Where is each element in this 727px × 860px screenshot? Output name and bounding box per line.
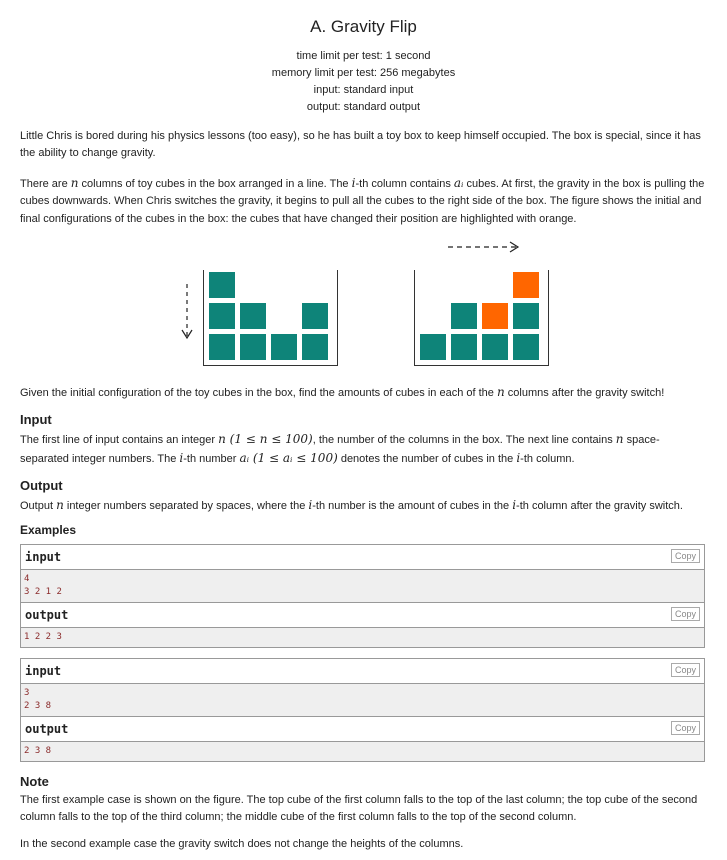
- input-label: input: [25, 549, 62, 564]
- cube: [209, 333, 235, 360]
- output-label: output: [25, 721, 69, 736]
- output-description: Output n integer numbers separated by sp…: [20, 498, 683, 512]
- cube: [271, 333, 297, 360]
- example-2-output: 2 3 8: [21, 741, 704, 761]
- problem-limits: time limit per test: 1 second memory lim…: [20, 48, 707, 116]
- example-1-input: 4 3 2 1 2: [21, 569, 704, 602]
- cube: [209, 302, 235, 329]
- statement-paragraph-3: Given the initial configuration of the t…: [20, 384, 665, 399]
- copy-button[interactable]: Copy: [670, 606, 700, 621]
- cube: [513, 302, 539, 329]
- cube: [302, 302, 328, 329]
- example-1-input-header: input Copy: [21, 545, 704, 570]
- output-heading: Output: [20, 477, 63, 493]
- final-box: [414, 269, 549, 366]
- example-2-input-header: input Copy: [21, 659, 704, 684]
- statement-paragraph-2: There are n columns of toy cubes in the …: [20, 176, 705, 225]
- moved-cube: [513, 271, 539, 298]
- time-limit: time limit per test: 1 second: [296, 50, 431, 63]
- note-paragraph-2: In the second example case the gravity s…: [20, 837, 464, 850]
- cube: [513, 333, 539, 360]
- cube: [420, 333, 446, 360]
- input-file: input: standard input: [313, 84, 414, 97]
- note-paragraph-1: The first example case is shown on the f…: [20, 793, 698, 823]
- copy-button[interactable]: Copy: [670, 720, 700, 735]
- cube: [451, 333, 477, 360]
- note-heading: Note: [20, 773, 49, 789]
- statement-paragraph-1: Little Chris is bored during his physics…: [20, 130, 701, 160]
- example-2-output-header: output Copy: [21, 715, 704, 742]
- input-description: The first line of input contains an inte…: [20, 431, 660, 465]
- input-heading: Input: [20, 411, 52, 427]
- output-label: output: [25, 607, 69, 622]
- copy-button[interactable]: Copy: [670, 548, 700, 563]
- memory-limit: memory limit per test: 256 megabytes: [271, 67, 456, 80]
- example-2: input Copy 3 2 3 8 output Copy 2 3 8: [20, 657, 705, 762]
- input-label: input: [25, 663, 62, 678]
- cube: [302, 333, 328, 360]
- example-1-output: 1 2 2 3: [21, 627, 704, 647]
- output-file: output: standard output: [306, 101, 421, 114]
- cube: [482, 333, 508, 360]
- cube: [209, 271, 235, 298]
- example-1-output-header: output Copy: [21, 601, 704, 628]
- gravity-figure: [20, 234, 707, 384]
- initial-box: [203, 269, 338, 366]
- moved-cube: [482, 302, 508, 329]
- cube: [240, 333, 266, 360]
- example-2-input: 3 2 3 8: [21, 683, 704, 716]
- example-1: input Copy 4 3 2 1 2 output Copy 1 2 2 3: [20, 543, 705, 648]
- copy-button[interactable]: Copy: [670, 662, 700, 677]
- examples-heading: Examples: [20, 523, 77, 538]
- problem-title: A. Gravity Flip: [310, 17, 417, 36]
- gravity-right-arrow: [448, 241, 520, 253]
- cube: [240, 302, 266, 329]
- gravity-down-arrow: [181, 283, 193, 339]
- cube: [451, 302, 477, 329]
